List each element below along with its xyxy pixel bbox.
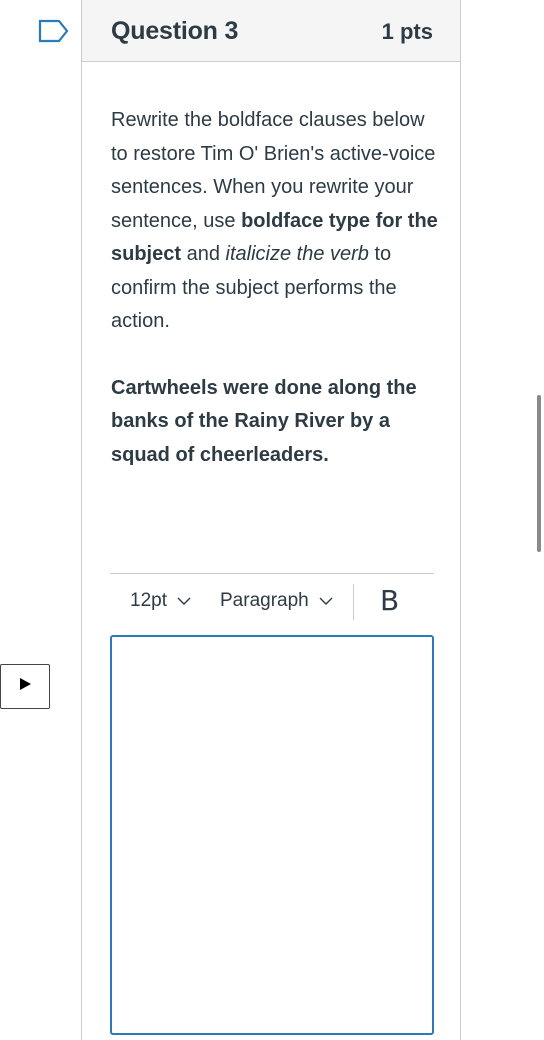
- instructions-part2: and: [181, 243, 226, 265]
- block-format-label: Paragraph: [220, 590, 309, 611]
- instructions-text: Rewrite the boldface clauses below to re…: [111, 104, 441, 339]
- question-prompt: Rewrite the boldface clauses below to re…: [111, 104, 441, 472]
- instructions-italic: italicize the verb: [225, 243, 369, 265]
- chevron-down-icon: [319, 590, 333, 612]
- question-title: Question 3: [111, 17, 239, 45]
- play-triangle-icon: [18, 677, 32, 696]
- passive-sentence: Cartwheels were done along the banks of …: [111, 376, 417, 466]
- question-header: Question 3 1 pts: [82, 0, 460, 62]
- toolbar-divider: [353, 584, 354, 620]
- question-card: Question 3 1 pts Rewrite the boldface cl…: [81, 0, 461, 1040]
- flag-question-icon[interactable]: [38, 19, 70, 43]
- block-format-dropdown[interactable]: Paragraph: [220, 590, 333, 612]
- chevron-down-icon: [177, 590, 191, 612]
- page-scrollbar[interactable]: [537, 395, 541, 552]
- font-size-label: 12pt: [130, 590, 167, 611]
- question-points: 1 pts: [381, 19, 433, 44]
- bold-button[interactable]: B: [380, 584, 399, 617]
- editor-toolbar: 12pt Paragraph B: [110, 573, 434, 632]
- answer-text-editor[interactable]: [110, 635, 434, 1035]
- play-button[interactable]: [0, 664, 50, 709]
- font-size-dropdown[interactable]: 12pt: [130, 590, 191, 612]
